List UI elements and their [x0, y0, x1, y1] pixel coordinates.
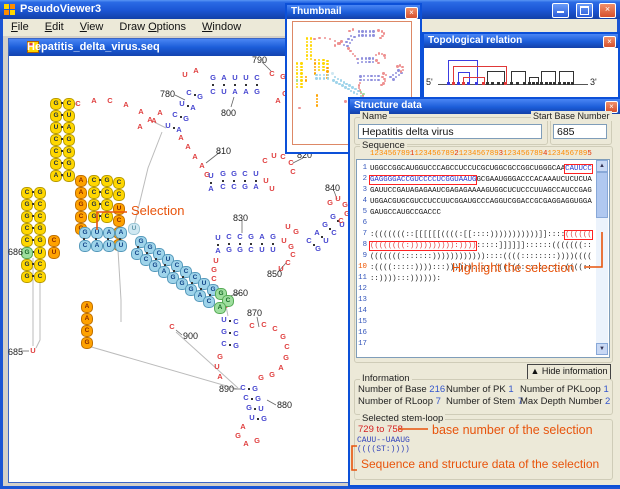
annotation-lines [0, 0, 620, 489]
annotation-seq-struct: Sequence and structure data of the selec… [361, 457, 599, 471]
annotation-highlight: Highlight the selection [452, 261, 574, 275]
annotation-selection: Selection [131, 203, 184, 218]
annotation-base-number: base number of the selection [432, 423, 593, 437]
